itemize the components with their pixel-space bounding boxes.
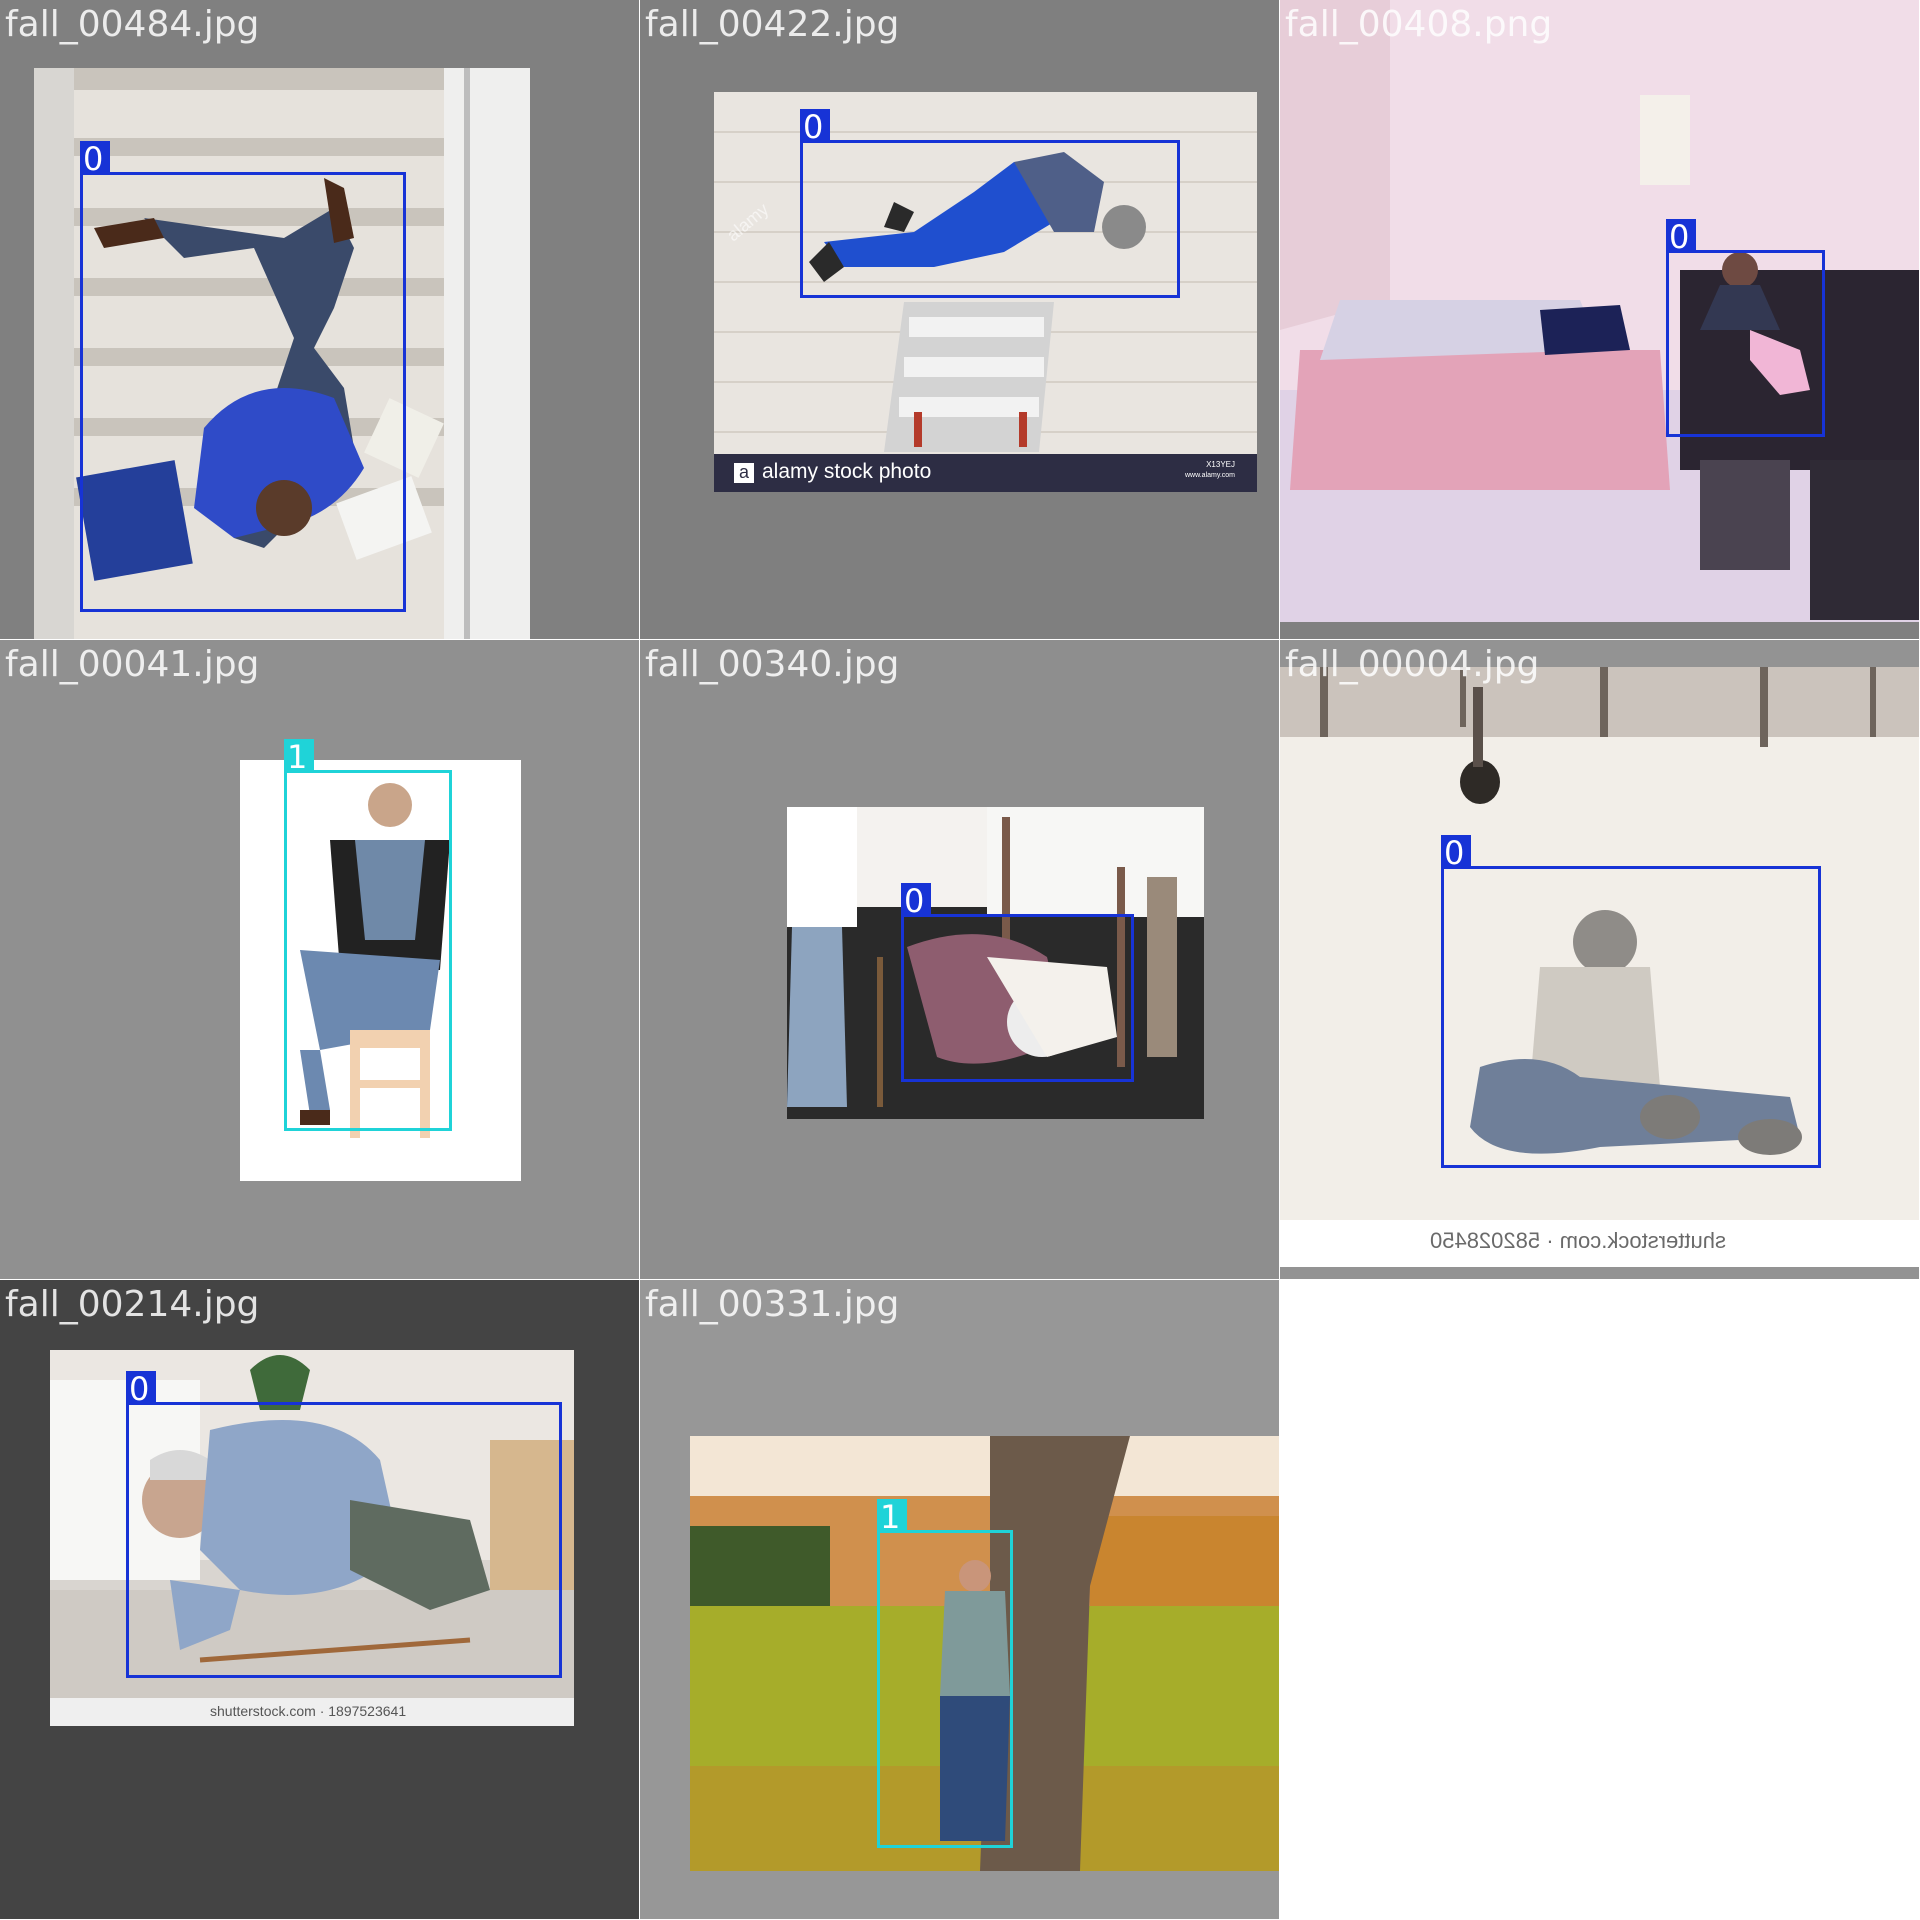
tile-filename: fall_00408.png [1285,4,1553,45]
mosaic-grid: 0 fall_00484.jpg a alamy stock photo X13… [0,0,1920,1920]
bbox-class-0: 0 [901,883,1134,1082]
tile-fall-00422[interactable]: a alamy stock photo X13YEJ www.alamy.com… [640,0,1279,639]
bbox-label: 0 [126,1371,156,1407]
tile-fall-00004[interactable]: shutterstock.com · 582028450 0 fall_0000… [1280,640,1919,1279]
tile-fall-00041[interactable]: 1 fall_00041.jpg [0,640,639,1279]
bbox-class-0: 0 [80,141,406,612]
tile-filename: fall_00041.jpg [5,644,260,685]
tile-fall-00340[interactable]: 0 fall_00340.jpg [640,640,1279,1279]
grid-line-horizontal [0,1279,1920,1280]
tile-filename: fall_00422.jpg [645,4,900,45]
tile-filename: fall_00331.jpg [645,1284,900,1325]
grid-line-horizontal [0,639,1920,640]
tile-fall-00484[interactable]: 0 fall_00484.jpg [0,0,639,639]
bbox-label: 0 [80,141,110,177]
bbox-class-0: 0 [1666,219,1825,437]
bbox-class-1: 1 [877,1499,1013,1848]
alamy-watermark-bar: a alamy stock photo X13YEJ www.alamy.com [714,454,1257,492]
bbox-label: 0 [800,109,830,145]
tile-filename: fall_00004.jpg [1285,644,1540,685]
tile-fall-00408[interactable]: 0 fall_00408.png [1280,0,1919,639]
bbox-label: 0 [1441,835,1471,871]
alamy-site: www.alamy.com [1184,472,1235,479]
bbox-class-0: 0 [800,109,1180,298]
grid-line-vertical [1279,0,1280,1920]
bbox-label: 1 [284,739,314,775]
shutterstock-watermark: shutterstock.com · 582028450 [1430,1228,1726,1253]
tile-fall-00331[interactable]: 1 fall_00331.jpg [640,1280,1279,1919]
alamy-image-code: X13YEJ [1206,460,1235,469]
bbox-class-0: 0 [126,1371,562,1678]
shutterstock-watermark: shutterstock.com · 1897523641 [210,1703,407,1719]
tile-filename: fall_00340.jpg [645,644,900,685]
bbox-class-0: 0 [1441,835,1821,1168]
empty-tile [1280,1280,1919,1919]
tile-fall-00214[interactable]: shutterstock.com · 1897523641 0 fall_002… [0,1280,639,1919]
alamy-watermark-text: alamy stock photo [762,460,932,483]
bbox-class-1: 1 [284,739,452,1131]
grid-line-vertical [639,0,640,1920]
tile-filename: fall_00214.jpg [5,1284,260,1325]
tile-filename: fall_00484.jpg [5,4,260,45]
bbox-label: 0 [901,883,931,919]
bbox-label: 1 [877,1499,907,1535]
alamy-logo-letter: a [734,463,754,483]
bbox-label: 0 [1666,219,1696,255]
